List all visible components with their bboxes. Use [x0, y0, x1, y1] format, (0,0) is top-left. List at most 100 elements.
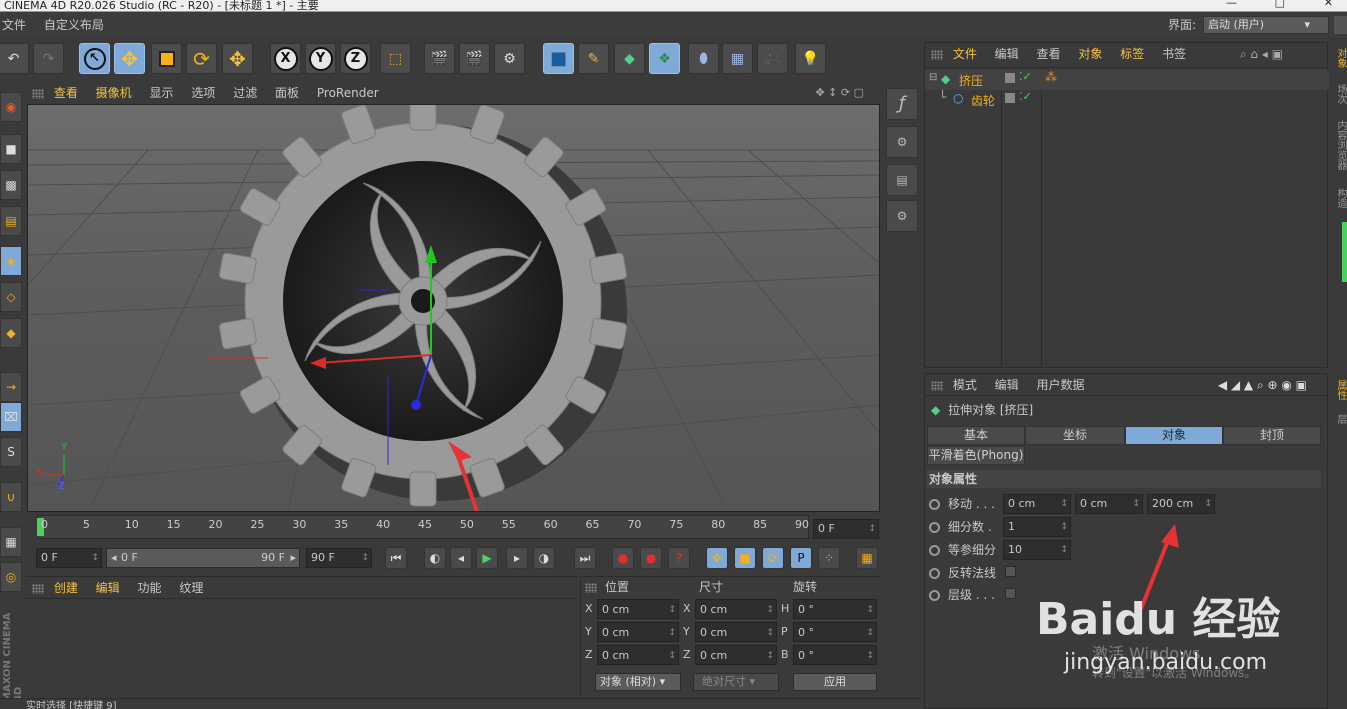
next-frame-icon[interactable]: ▸ — [506, 547, 528, 569]
object-menu-tags[interactable]: 标签 — [1120, 47, 1144, 61]
attr-menu-mode[interactable]: 模式 — [953, 378, 977, 392]
key-scale-icon[interactable]: ■ — [734, 547, 756, 569]
object-row[interactable]: └ ○ 齿轮 ⁚✓ — [925, 90, 1329, 110]
viewport-nav-icons[interactable]: ✥ ↕ ⟳ ▢ — [815, 82, 864, 104]
snap-icon[interactable]: S — [0, 437, 22, 467]
make-editable-icon[interactable]: ■ — [0, 134, 22, 164]
visibility-icon[interactable] — [1005, 93, 1015, 103]
coord-rotation-field[interactable]: 0 ° — [793, 599, 877, 620]
iso-field[interactable]: 10 — [1003, 540, 1071, 560]
object-menu-view[interactable]: 查看 — [1037, 47, 1061, 61]
object-row[interactable]: ⊟ ◆ 挤压 ⁚✓ ⁂ — [925, 70, 1329, 90]
material-menu-create[interactable]: 创建 — [54, 581, 78, 595]
maximize-icon[interactable]: □ — [1275, 0, 1285, 9]
move-recent-icon[interactable]: ✥ — [222, 43, 253, 74]
coord-size-field[interactable]: 0 cm — [695, 599, 777, 620]
visibility-icon[interactable] — [1005, 73, 1015, 83]
object-name[interactable]: 齿轮 — [971, 92, 995, 109]
attr-nav-icons[interactable]: ◀ ◢ ▲ ⌕ ⊕ ◉ ▣ — [1218, 374, 1307, 396]
side-tab-takes[interactable]: 场次 — [1333, 84, 1347, 104]
viewport-menu-display[interactable]: 显示 — [150, 86, 174, 100]
attr-menu-edit[interactable]: 编辑 — [995, 378, 1019, 392]
redo-icon[interactable]: ↷ — [33, 43, 64, 74]
tree-collapse-icon[interactable]: ⊟ — [929, 72, 937, 83]
object-menu-objects[interactable]: 对象 — [1078, 47, 1102, 61]
z-axis-lock-icon[interactable]: Z — [340, 43, 371, 74]
viewport-menu-camera[interactable]: 摄像机 — [96, 86, 132, 100]
side-tab-objects[interactable]: 对象 — [1333, 48, 1347, 68]
move-z-field[interactable]: 200 cm — [1147, 494, 1215, 514]
next-key-icon[interactable]: ◑ — [533, 547, 555, 569]
timeline-window-icon[interactable]: ▦ — [856, 547, 878, 569]
current-frame-field[interactable]: 0 F — [813, 519, 879, 539]
range-slider[interactable]: ◂ 0 F 90 F ▸ — [106, 548, 300, 568]
object-menu-file[interactable]: 文件 — [953, 47, 977, 61]
material-menu-function[interactable]: 功能 — [138, 581, 162, 595]
subdiv-field[interactable]: 1 — [1003, 517, 1071, 537]
minimize-icon[interactable]: — — [1226, 0, 1237, 9]
play-icon[interactable]: ▶ — [476, 547, 498, 569]
move-icon[interactable]: ✥ — [114, 43, 145, 74]
coord-size-field[interactable]: 0 cm — [695, 622, 777, 643]
key-move-icon[interactable]: ✥ — [706, 547, 728, 569]
workplane-icon[interactable]: ▤ — [0, 206, 22, 236]
pen-icon[interactable]: ✎ — [578, 43, 609, 74]
coord-size-field[interactable]: 0 cm — [695, 645, 777, 666]
tab-basic[interactable]: 基本 — [927, 426, 1025, 445]
cube-icon[interactable]: ■ — [543, 43, 574, 74]
flip-normals-checkbox[interactable] — [1005, 566, 1016, 577]
tab-coord[interactable]: 坐标 — [1025, 426, 1125, 445]
function-icon[interactable]: ƒ — [886, 88, 918, 120]
coordinate-system-icon[interactable]: ⬚ — [380, 43, 411, 74]
magnet-icon[interactable]: ∪ — [0, 482, 22, 512]
key-param-icon[interactable]: P — [790, 547, 812, 569]
end-frame-field[interactable]: 90 F — [306, 548, 372, 568]
object-menu-bookmarks[interactable]: 书签 — [1162, 47, 1186, 61]
render-picture-viewer-icon[interactable]: 🎬 — [459, 43, 490, 74]
script-icon[interactable]: ▤ — [886, 164, 918, 196]
viewport[interactable]: Y X Z — [27, 104, 880, 512]
polygons-mode-icon[interactable]: ◆ — [0, 318, 22, 348]
coord-position-field[interactable]: 0 cm — [597, 622, 679, 643]
anim-radio-icon[interactable] — [929, 522, 940, 533]
prev-key-icon[interactable]: ◐ — [424, 547, 446, 569]
side-tab-structure[interactable]: 构造 — [1333, 188, 1347, 208]
side-tab-attributes[interactable]: 属性 — [1333, 380, 1347, 400]
render-view-icon[interactable]: 🎬 — [424, 43, 455, 74]
floor-icon[interactable]: ▦ — [722, 43, 753, 74]
points-mode-icon[interactable]: ◈ — [0, 246, 22, 276]
render-settings-icon[interactable]: ⚙ — [494, 43, 525, 74]
tag-icon[interactable]: ⁂ — [1045, 70, 1057, 84]
viewport-menu-options[interactable]: 选项 — [191, 86, 215, 100]
y-axis-lock-icon[interactable]: Y — [305, 43, 336, 74]
hierarchical-checkbox[interactable] — [1005, 588, 1016, 599]
menu-custom-layout[interactable]: 自定义布局 — [44, 18, 104, 32]
anim-radio-icon[interactable] — [929, 590, 940, 601]
grid-lock-icon[interactable]: ▦ — [0, 527, 22, 557]
apply-button[interactable]: 应用 — [793, 673, 877, 691]
key-points-icon[interactable]: ⁘ — [818, 547, 840, 569]
object-menu-edit[interactable]: 编辑 — [995, 47, 1019, 61]
tab-phong[interactable]: 平滑着色(Phong) — [927, 446, 1025, 465]
globe-icon[interactable]: ◉ — [0, 92, 22, 122]
workplane-lock-icon[interactable]: ◎ — [0, 562, 22, 592]
subdivision-icon[interactable]: ◆ — [614, 43, 645, 74]
viewport-menu-prorender[interactable]: ProRender — [317, 86, 379, 100]
sidebar-scroll[interactable] — [1334, 16, 1347, 34]
prev-frame-icon[interactable]: ◂ — [450, 547, 472, 569]
viewport-menu-panel[interactable]: 面板 — [275, 86, 299, 100]
undo-icon[interactable]: ↶ — [0, 43, 29, 74]
layout-select[interactable]: 启动 (用户) ▾ — [1203, 16, 1329, 34]
start-frame-field[interactable]: 0 F — [36, 548, 102, 568]
auto-key-icon[interactable]: ● — [640, 547, 662, 569]
coord-position-field[interactable]: 0 cm — [597, 599, 679, 620]
side-tab-layers[interactable]: 层 — [1333, 414, 1347, 424]
viewport-menu-filter[interactable]: 过滤 — [233, 86, 257, 100]
light-icon[interactable]: 💡 — [795, 43, 826, 74]
move-x-field[interactable]: 0 cm — [1003, 494, 1071, 514]
enabled-check-icon[interactable]: ⁚✓ — [1019, 70, 1032, 83]
menu-file[interactable]: 文件 — [2, 18, 26, 32]
record-icon[interactable]: ● — [612, 547, 634, 569]
coords-mode-select[interactable]: 对象 (相对) ▾ — [595, 673, 681, 691]
scale-icon[interactable] — [151, 43, 182, 74]
